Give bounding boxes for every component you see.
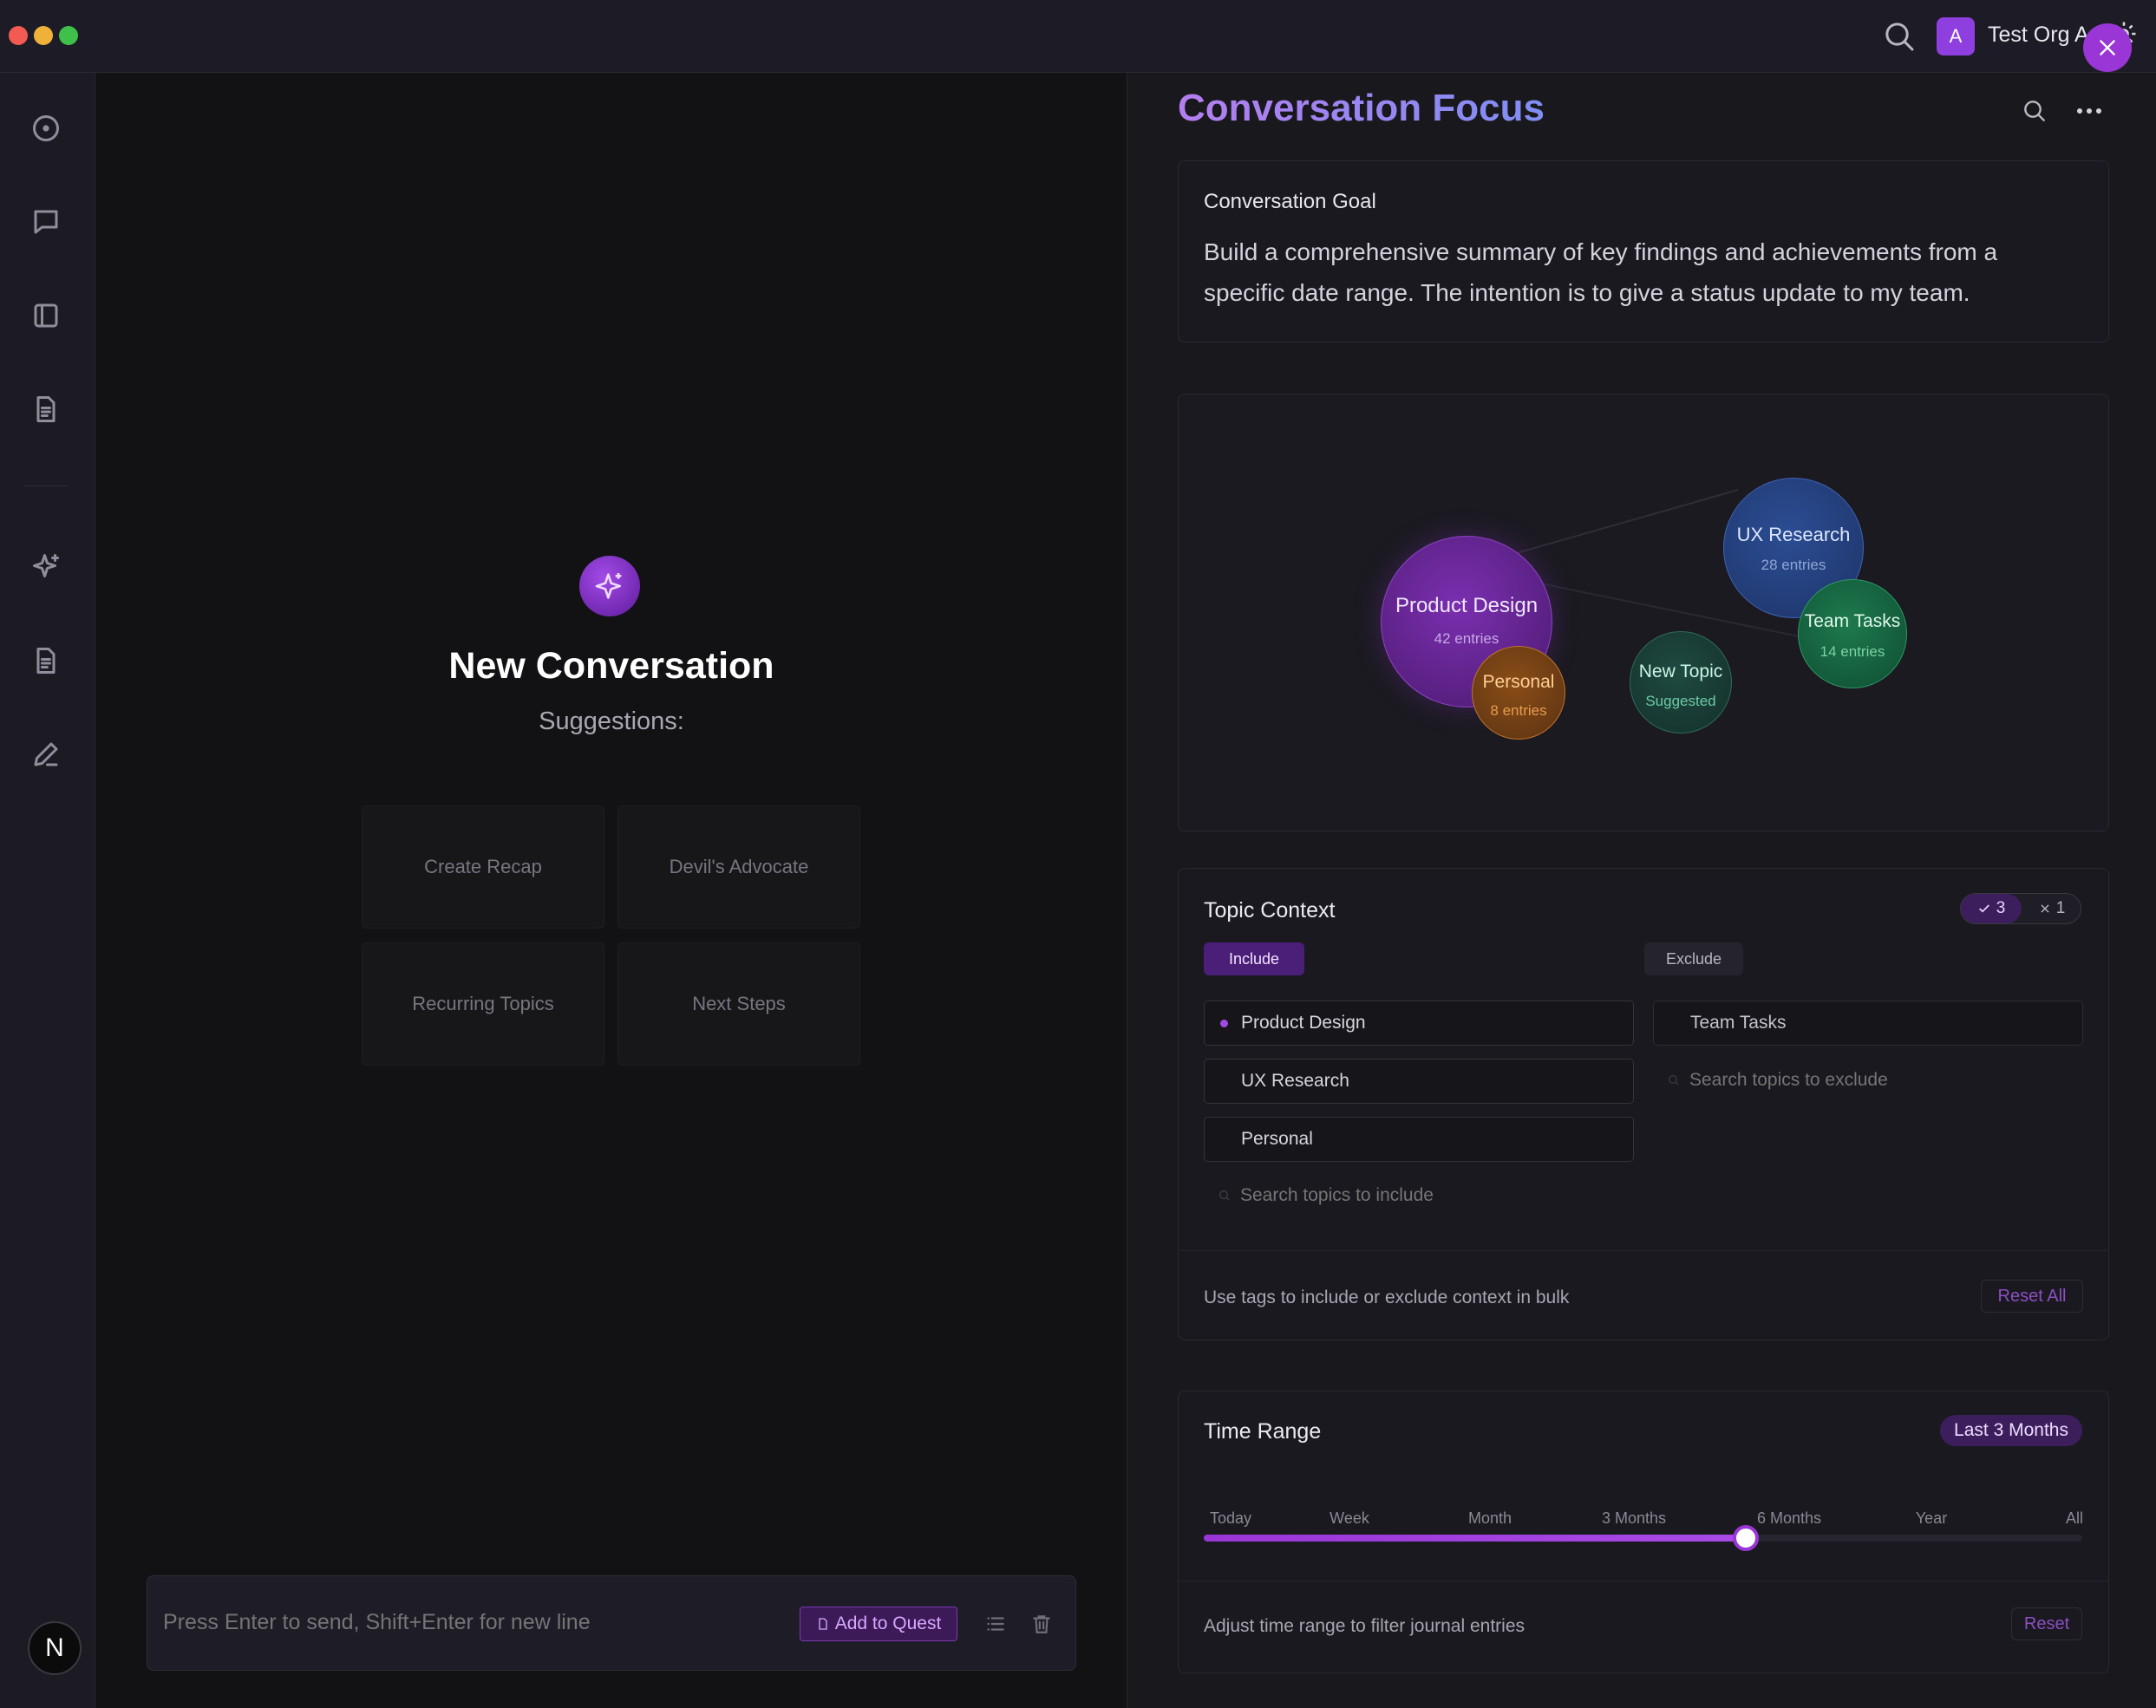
include-count-badge: 3 xyxy=(1961,894,2022,923)
bubble-label: UX Research xyxy=(1736,524,1851,545)
page-title: New Conversation xyxy=(448,645,774,687)
suggestion-devils-advocate[interactable]: Devil's Advocate xyxy=(617,805,860,929)
bubble-count: 8 entries xyxy=(1490,702,1547,719)
goal-text-line-1: Build a comprehensive summary of key fin… xyxy=(1204,238,1998,265)
topic-label: Personal xyxy=(1241,1129,1313,1149)
time-tick[interactable]: Month xyxy=(1468,1509,1512,1528)
time-tick[interactable]: All xyxy=(2066,1509,2083,1528)
chat-icon[interactable] xyxy=(23,199,69,244)
include-tab[interactable]: Include xyxy=(1204,942,1304,975)
topic-context-hint: Use tags to include or exclude context i… xyxy=(1204,1288,1570,1307)
conversation-area: New Conversation Suggestions: Create Rec… xyxy=(96,73,1127,1708)
bubble-label: Team Tasks xyxy=(1804,611,1901,631)
topic-label: Product Design xyxy=(1241,1013,1366,1033)
topic-label: UX Research xyxy=(1241,1071,1349,1091)
reset-all-button[interactable]: Reset All xyxy=(1981,1280,2083,1313)
topic-bubble-map: Product Design 42 entries UX Research 28… xyxy=(1178,394,2109,831)
pen-icon[interactable] xyxy=(23,732,69,777)
include-search[interactable] xyxy=(1204,1174,1634,1217)
time-range-hint: Adjust time range to filter journal entr… xyxy=(1204,1616,1526,1636)
topic-context-heading: Topic Context xyxy=(1204,898,1336,922)
bubble-label: New Topic xyxy=(1638,662,1723,681)
included-topic-ux-research[interactable]: UX Research xyxy=(1204,1059,1634,1104)
title-bar: A Test Org A xyxy=(0,0,2156,73)
sidebar-panel-icon[interactable] xyxy=(23,293,69,338)
time-range-heading: Time Range xyxy=(1204,1419,1322,1444)
org-avatar[interactable]: A xyxy=(1937,17,1975,55)
bubble-new-topic[interactable]: New Topic Suggested xyxy=(1630,631,1732,733)
sparkle-icon xyxy=(579,556,640,616)
included-topic-personal[interactable]: Personal xyxy=(1204,1117,1634,1162)
context-counts: 3 1 xyxy=(1960,893,2081,924)
suggestion-next-steps[interactable]: Next Steps xyxy=(617,942,860,1066)
search-icon xyxy=(1669,1075,1679,1085)
add-to-quest-label: Add to Quest xyxy=(834,1613,942,1633)
search-icon[interactable] xyxy=(1882,19,1917,54)
goal-text-line-2: specific date range. The intention is to… xyxy=(1204,279,1970,306)
time-tick[interactable]: 6 Months xyxy=(1757,1509,1821,1528)
exclude-count-badge: 1 xyxy=(2022,894,2082,923)
exclude-search-input[interactable] xyxy=(1689,1070,2071,1091)
suggestions-label: Suggestions: xyxy=(539,707,684,735)
compass-icon[interactable] xyxy=(23,106,69,151)
bubble-personal[interactable]: Personal 8 entries xyxy=(1472,646,1565,740)
window-close-dot[interactable] xyxy=(9,26,28,45)
active-dot xyxy=(1220,1020,1228,1027)
panel-title: Conversation Focus xyxy=(1178,87,1545,129)
time-range-card: Time Range Last 3 Months Today Week Month 3… xyxy=(1178,1391,2109,1673)
more-icon[interactable] xyxy=(2074,97,2104,125)
bubble-label: Product Design xyxy=(1395,594,1539,617)
search-icon xyxy=(1219,1190,1230,1201)
window-minimize-dot[interactable] xyxy=(34,26,53,45)
check-icon xyxy=(1978,904,1989,913)
add-to-quest-button[interactable]: Add to Quest xyxy=(800,1607,957,1641)
bubble-count: 42 entries xyxy=(1434,630,1499,647)
bubble-team-tasks[interactable]: Team Tasks 14 entries xyxy=(1798,579,1907,688)
message-input[interactable] xyxy=(163,1602,770,1642)
trash-icon[interactable] xyxy=(1030,1613,1053,1635)
time-tick[interactable]: Week xyxy=(1330,1509,1369,1528)
goal-card: Conversation Goal Build a comprehensive … xyxy=(1178,160,2109,342)
search-icon[interactable] xyxy=(2021,97,2048,125)
excluded-topic-team-tasks[interactable]: Team Tasks xyxy=(1653,1001,2083,1046)
org-name[interactable]: Test Org A xyxy=(1988,23,2089,48)
sidebar: N xyxy=(0,73,95,1708)
suggestion-recurring-topics[interactable]: Recurring Topics xyxy=(362,942,604,1066)
time-range-fill xyxy=(1204,1535,1747,1542)
include-search-input[interactable] xyxy=(1240,1185,1622,1206)
topic-label: Team Tasks xyxy=(1690,1013,1787,1033)
x-icon xyxy=(2041,904,2049,913)
time-range-badge: Last 3 Months xyxy=(1940,1415,2082,1446)
included-topic-product-design[interactable]: Product Design xyxy=(1204,1001,1634,1046)
bubble-connections xyxy=(1464,489,1804,664)
exclude-search[interactable] xyxy=(1653,1059,2083,1102)
bubble-count: 14 entries xyxy=(1820,643,1885,660)
divider xyxy=(1179,1250,2108,1251)
topic-context-card: Topic Context 3 1 Include Exclude Produc… xyxy=(1178,868,2109,1340)
window-maximize-dot[interactable] xyxy=(59,26,78,45)
document-icon[interactable] xyxy=(23,387,69,432)
suggestion-create-recap[interactable]: Create Recap xyxy=(362,805,604,929)
exclude-tab[interactable]: Exclude xyxy=(1644,942,1743,975)
time-range-track[interactable] xyxy=(1204,1525,2082,1551)
include-count: 3 xyxy=(1996,899,2006,917)
list-icon[interactable] xyxy=(984,1613,1007,1635)
time-range-thumb[interactable] xyxy=(1733,1525,1760,1551)
user-avatar[interactable]: N xyxy=(28,1621,82,1675)
close-icon[interactable] xyxy=(2083,23,2132,72)
quest-icon xyxy=(819,1618,827,1630)
focus-panel: Conversation Focus Conversation Goal Bui… xyxy=(1127,73,2156,1708)
reset-button[interactable]: Reset xyxy=(2011,1607,2082,1640)
bubble-count: Suggested xyxy=(1645,693,1716,709)
bubble-label: Personal xyxy=(1482,672,1555,692)
time-tick[interactable]: 3 Months xyxy=(1602,1509,1666,1528)
notes-icon[interactable] xyxy=(23,638,69,683)
exclude-count: 1 xyxy=(2055,899,2066,917)
sparkle-icon[interactable] xyxy=(23,544,69,590)
time-tick[interactable]: Today xyxy=(1210,1509,1251,1528)
goal-heading: Conversation Goal xyxy=(1204,190,1376,213)
composer: Add to Quest xyxy=(147,1575,1076,1671)
bubble-count: 28 entries xyxy=(1761,557,1826,573)
time-tick[interactable]: Year xyxy=(1916,1509,1947,1528)
